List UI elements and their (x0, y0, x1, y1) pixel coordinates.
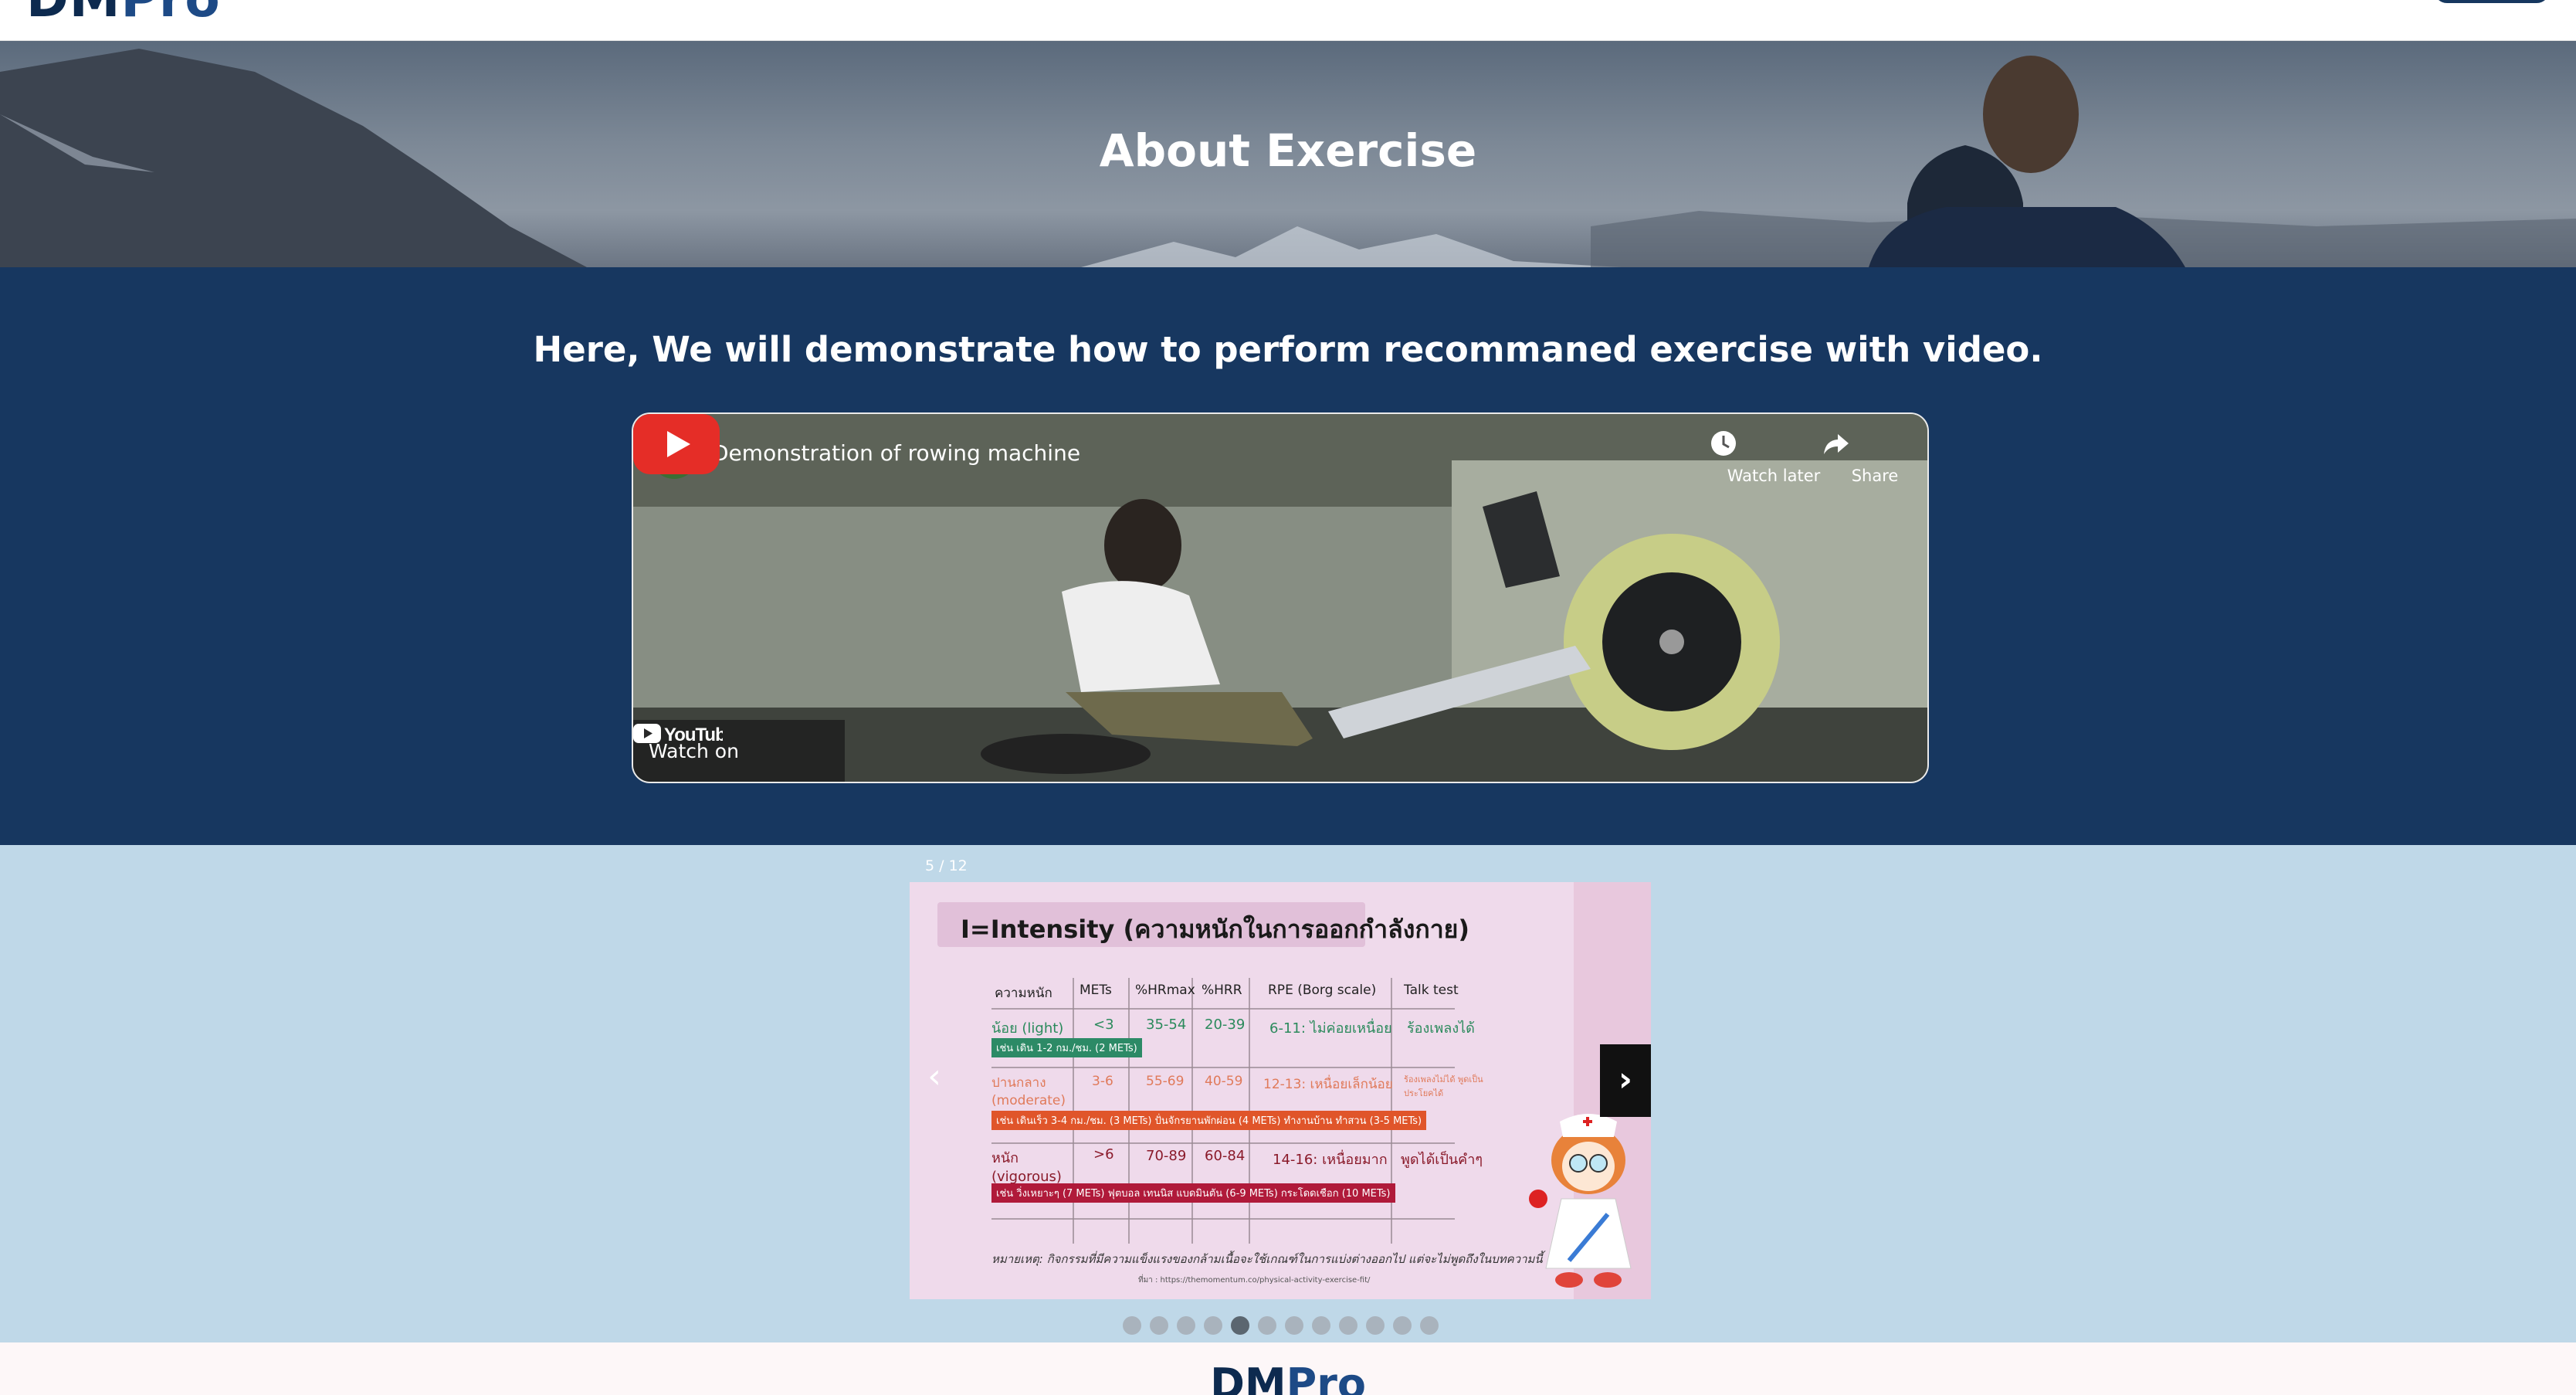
top-navbar: DMPro (0, 0, 2576, 42)
slide-counter: 5 / 12 (925, 857, 968, 874)
row-vigorous-hrmax: 70-89 (1146, 1148, 1187, 1164)
row-moderate-rpe: 12-13: เหนื่อยเล็กน้อย (1263, 1077, 1393, 1092)
slide-indicator-dot-active[interactable] (1231, 1316, 1249, 1335)
youtube-logo-icon: YouTube (633, 724, 723, 745)
footer-brand-dm-text: DM (1210, 1359, 1286, 1395)
slide-indicator-dot[interactable] (1285, 1316, 1303, 1335)
row-light-example: เช่น เดิน 1-2 กม./ชม. (2 METs) (991, 1038, 1142, 1057)
row-light-level: น้อย (light) (991, 1020, 1064, 1037)
nurse-illustration (1529, 1114, 1632, 1288)
table-header-talk: Talk test (1404, 983, 1459, 998)
row-vigorous-talk: พูดได้เป็นคำๆ (1401, 1152, 1483, 1168)
slide-indicator-dot[interactable] (1339, 1316, 1357, 1335)
row-vigorous-rpe: 14-16: เหนื่อยมาก (1273, 1152, 1388, 1168)
row-light-hrr: 20-39 (1205, 1017, 1246, 1033)
row-moderate-hrmax: 55-69 (1146, 1074, 1185, 1089)
row-vigorous-hrr: 60-84 (1205, 1148, 1246, 1164)
slide-footnote: หมายเหตุ: กิจกรรมที่มีความแข็งแรงของกล้า… (991, 1252, 1543, 1266)
nav-menu-button[interactable] (2434, 0, 2550, 3)
section-heading: Here, We will demonstrate how to perform… (533, 329, 2043, 370)
play-icon[interactable] (633, 414, 720, 474)
table-header-intensity: ความหนัก (995, 986, 1052, 1001)
slide-indicator-dot[interactable] (1366, 1316, 1385, 1335)
table-header-hrmax: %HRmax (1135, 983, 1195, 998)
brand-logo[interactable]: DMPro (26, 0, 221, 29)
watch-later-button[interactable]: Watch later (1711, 428, 1824, 490)
slide-image: I=Intensity (ความหนักในการออกกำลังกาย) ค… (910, 882, 1651, 1299)
share-button[interactable]: Share (1824, 428, 1913, 490)
row-moderate-level: ปานกลาง (moderate) (991, 1075, 1066, 1108)
page-title: About Exercise (1099, 124, 1477, 177)
brand-dm-text: DM (26, 0, 120, 29)
previous-slide-button[interactable]: ‹ (919, 1054, 950, 1100)
clock-icon (1711, 431, 1736, 456)
watch-on-youtube-button[interactable]: Watch on YouTube (633, 720, 845, 782)
video-section: Here, We will demonstrate how to perform… (0, 267, 2576, 845)
row-vigorous-level: หนัก (vigorous) (991, 1150, 1062, 1185)
row-moderate-mets: 3-6 (1092, 1074, 1113, 1089)
slide-indicators (1123, 1316, 1447, 1339)
row-moderate-hrr: 40-59 (1205, 1074, 1243, 1089)
share-icon (1824, 434, 1849, 454)
table-header-hrr: %HRR (1202, 983, 1242, 998)
youtube-embed[interactable]: C Demonstration of rowing machine Watch … (632, 412, 1929, 783)
row-vigorous-example: เช่น วิ่งเหยาะๆ (7 METs) ฟุตบอล เทนนิส แ… (991, 1183, 1395, 1203)
row-light-talk: ร้องเพลงได้ (1407, 1020, 1475, 1037)
share-label: Share (1851, 467, 1899, 485)
slide-indicator-dot[interactable] (1204, 1316, 1222, 1335)
row-light-hrmax: 35-54 (1146, 1017, 1187, 1033)
row-vigorous-mets: >6 (1093, 1146, 1114, 1162)
youtube-wordmark: YouTube (664, 725, 723, 745)
slide-source: ที่มา : https://themomentum.co/physical-… (1138, 1276, 1371, 1285)
video-title[interactable]: Demonstration of rowing machine (712, 440, 1080, 466)
hero-banner: About Exercise (0, 41, 2576, 267)
brand-pro-text: Pro (120, 0, 220, 29)
next-slide-button[interactable]: › (1600, 1044, 1651, 1117)
slide-indicator-dot[interactable] (1150, 1316, 1168, 1335)
table-header-mets: METs (1080, 983, 1112, 998)
watch-later-label: Watch later (1727, 467, 1821, 485)
slide-indicator-dot[interactable] (1123, 1316, 1141, 1335)
row-light-rpe: 6-11: ไม่ค่อยเหนื่อย (1269, 1020, 1392, 1037)
row-moderate-talk: ร้องเพลงไม่ได้ พูดเป็นประโยคได้ (1404, 1074, 1483, 1098)
footer-brand-logo[interactable]: DMPro (0, 1359, 2576, 1395)
table-header-rpe: RPE (Borg scale) (1268, 983, 1377, 998)
slide-indicator-dot[interactable] (1312, 1316, 1330, 1335)
footer: DMPro (0, 1342, 2576, 1395)
row-light-mets: <3 (1093, 1017, 1114, 1033)
slide-indicator-dot[interactable] (1393, 1316, 1412, 1335)
footer-brand-pro-text: Pro (1286, 1359, 1366, 1395)
slide-indicator-dot[interactable] (1420, 1316, 1439, 1335)
slide-indicator-dot[interactable] (1177, 1316, 1195, 1335)
slide-indicator-dot[interactable] (1258, 1316, 1276, 1335)
row-moderate-example: เช่น เดินเร็ว 3-4 กม./ชม. (3 METs) ปั่นจ… (991, 1111, 1427, 1130)
slideshow-section: 5 / 12 I=Intensity (ความหนักในการออกกำลั… (0, 845, 2576, 1342)
